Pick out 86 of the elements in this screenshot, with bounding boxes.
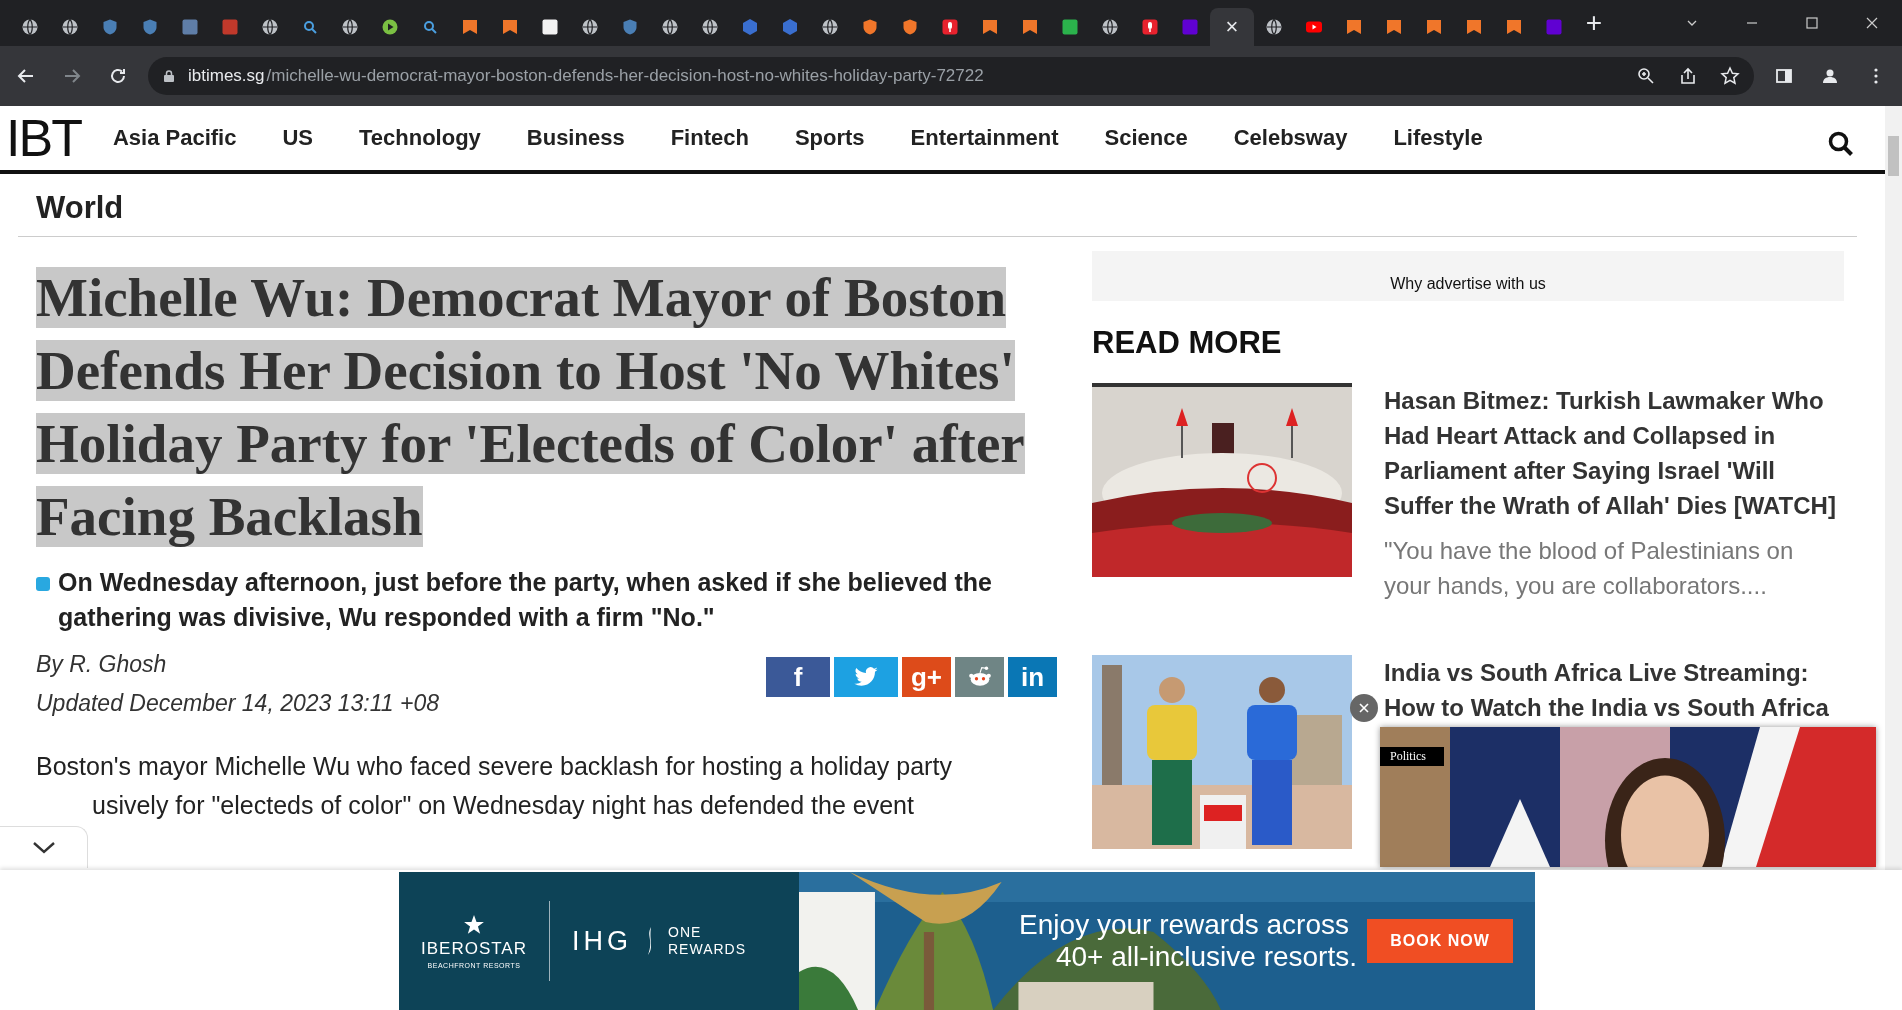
star-icon xyxy=(463,913,485,936)
new-tab-button[interactable]: + xyxy=(1574,9,1614,37)
nav-link[interactable]: Celebsway xyxy=(1233,125,1348,151)
close-icon xyxy=(1358,702,1370,714)
maximize-icon[interactable] xyxy=(1804,15,1820,31)
nav-link[interactable]: Entertainment xyxy=(910,125,1059,151)
bookmark-icon[interactable] xyxy=(1385,18,1403,36)
globe-icon[interactable] xyxy=(701,18,719,36)
scrollbar[interactable] xyxy=(1885,106,1902,870)
bookmark-icon[interactable] xyxy=(1465,18,1483,36)
nav-link[interactable]: US xyxy=(282,125,313,151)
read-more-heading: READ MORE xyxy=(1092,325,1283,361)
bookmark-icon[interactable] xyxy=(1505,18,1523,36)
nav-link[interactable]: Science xyxy=(1104,125,1188,151)
address-field[interactable]: ibtimes.sg/michelle-wu-democrat-mayor-boston-defends-her-decision-host-no-whites-holiday-party-72722 xyxy=(148,57,1754,95)
share-icon[interactable] xyxy=(1678,66,1698,86)
globe-icon[interactable] xyxy=(1265,18,1283,36)
browser-tab[interactable]: × xyxy=(1210,8,1254,46)
nav-link[interactable]: Technology xyxy=(359,125,481,151)
article-link[interactable]: Hasan Bitmez: Turkish Lawmaker Who Had Heart Attack and Collapsed in Parliament after Saying Israel 'Will Suffer the Wrath of Allah' Dies [WATCH] xyxy=(1384,383,1844,523)
section-title: World xyxy=(36,190,124,225)
lock-icon xyxy=(162,69,176,83)
shield-icon[interactable] xyxy=(621,18,639,36)
shield-icon[interactable] xyxy=(901,18,919,36)
article-link[interactable]: India vs South Africa Live Streaming: How to Watch the India vs South Africa xyxy=(1384,655,1844,725)
zoom-icon[interactable] xyxy=(1636,66,1656,86)
cube-icon[interactable] xyxy=(781,18,799,36)
search-icon[interactable] xyxy=(301,18,319,36)
microphone-icon[interactable] xyxy=(1141,18,1159,36)
shield-icon[interactable] xyxy=(861,18,879,36)
partner-name: IHG xyxy=(572,925,632,957)
bullet-icon xyxy=(36,577,50,591)
globe-icon[interactable] xyxy=(821,18,839,36)
square-icon[interactable] xyxy=(1061,18,1079,36)
globe-icon[interactable] xyxy=(581,18,599,36)
share-button[interactable] xyxy=(955,657,1004,697)
globe-icon[interactable] xyxy=(1101,18,1119,36)
share-button[interactable]: in xyxy=(1008,657,1057,697)
cube-icon[interactable] xyxy=(741,18,759,36)
bookmark-icon[interactable] xyxy=(1425,18,1443,36)
bookmark-icon[interactable] xyxy=(501,18,519,36)
category-tag: Politics xyxy=(1380,747,1444,766)
nav-link[interactable]: Lifestyle xyxy=(1393,125,1483,151)
byline: By R. Ghosh xyxy=(36,651,168,678)
bookmark-icon[interactable] xyxy=(1021,18,1039,36)
star-icon[interactable] xyxy=(1720,66,1740,86)
article-summary: On Wednesday afternoon, just before the party, when asked if she believed the gathering was divisive, Wu responded with a firm "No." xyxy=(58,567,993,633)
ad-headline: 40+ all-inclusive resorts. xyxy=(1055,941,1357,973)
scrollbar-thumb[interactable] xyxy=(1888,136,1899,176)
ad-headline: Enjoy your rewards across xyxy=(1019,909,1349,941)
bookmark-icon[interactable] xyxy=(1345,18,1363,36)
partner-tagline: ONE xyxy=(668,924,703,941)
globe-icon[interactable] xyxy=(21,18,39,36)
book-now-button[interactable]: BOOK NOW xyxy=(1367,919,1513,963)
chevron-down-icon xyxy=(31,840,56,855)
nav-link[interactable]: Sports xyxy=(794,125,865,151)
shield-icon[interactable] xyxy=(101,18,119,36)
globe-icon[interactable] xyxy=(61,18,79,36)
nav-link[interactable]: Fintech xyxy=(670,125,749,151)
brand-name: IBEROSTAR xyxy=(421,938,527,959)
square-icon[interactable] xyxy=(541,18,559,36)
partner-tagline: REWARDS xyxy=(668,941,747,958)
share-button[interactable]: g+ xyxy=(902,657,951,697)
share-button[interactable] xyxy=(834,657,898,697)
close-icon[interactable] xyxy=(1864,15,1880,31)
updated-date: Updated December 14, 2023 13:11 +08 xyxy=(36,690,439,717)
nav-link[interactable]: Business xyxy=(526,125,625,151)
nav-link[interactable]: Asia Pacific xyxy=(112,125,237,151)
article-headline: Michelle Wu: Democrat Mayor of Boston Defends Her Decision to Host 'No Whites' Holiday Party for 'Electeds of Color' after Facing Backlash xyxy=(36,266,1026,549)
advertise-link[interactable]: Why advertise with us xyxy=(1390,275,1546,299)
search-icon[interactable] xyxy=(1827,130,1855,158)
globe-icon[interactable] xyxy=(341,18,359,36)
bookmark-icon[interactable] xyxy=(981,18,999,36)
article-text: usively for "electeds of color" on Wednesday night has defended the event xyxy=(91,790,915,821)
microphone-icon[interactable] xyxy=(941,18,959,36)
article-text: Boston's mayor Michelle Wu who faced severe backlash for hosting a holiday party xyxy=(36,751,953,782)
article-excerpt: "You have the blood of Palestinians on your hands, you are collaborators.... xyxy=(1384,536,1795,601)
search-icon[interactable] xyxy=(421,18,439,36)
bookmark-icon[interactable] xyxy=(461,18,479,36)
globe-icon[interactable] xyxy=(261,18,279,36)
play-icon[interactable] xyxy=(381,18,399,36)
close-button[interactable] xyxy=(1350,694,1378,722)
site-logo[interactable]: IBT xyxy=(6,108,81,168)
globe-icon[interactable] xyxy=(661,18,679,36)
shield-icon[interactable] xyxy=(141,18,159,36)
share-button[interactable]: f xyxy=(766,657,830,697)
